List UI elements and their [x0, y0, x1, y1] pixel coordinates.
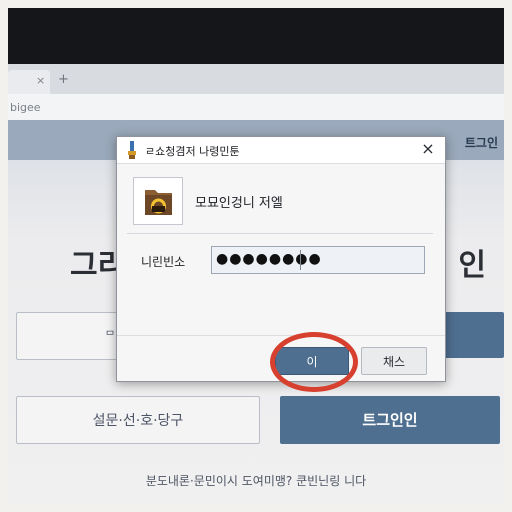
monitor-bezel [8, 8, 504, 64]
photo-frame: × + bigee 트그인 그리 인 ᄆ, 긴 설문·선·호·당구 트그인인 [8, 8, 504, 504]
dialog-title: ㄹ쇼청겸저 나령민툰 [145, 145, 240, 158]
highlight-circle [270, 332, 358, 392]
survey-button[interactable]: 설문·선·호·당구 [16, 396, 260, 444]
tab-close-icon[interactable]: × [36, 74, 45, 87]
divider [127, 233, 433, 234]
password-input[interactable]: ●●●●●●●● [211, 246, 425, 274]
header-login-link[interactable]: 트그인 [465, 134, 498, 151]
folder-lock-icon [133, 177, 183, 225]
password-value: ●●●●●●●● [216, 251, 322, 267]
close-icon[interactable]: × [419, 140, 437, 158]
browser-tab[interactable]: × [8, 70, 50, 94]
address-text: bigee [10, 101, 41, 114]
password-label: 니린빈소 [141, 255, 186, 269]
browser-tab-bar: × + [8, 64, 504, 94]
dialog-titlebar: ㄹ쇼청겸저 나령민툰 × [117, 137, 445, 164]
survey-button-label: 설문·선·호·당구 [92, 413, 184, 429]
address-bar[interactable]: bigee [8, 94, 504, 121]
divider [117, 335, 445, 336]
login-button-label: 트그인인 [362, 411, 418, 429]
brush-icon [128, 141, 136, 159]
page-title-right: 인 [458, 248, 486, 283]
new-tab-icon[interactable]: + [58, 72, 69, 87]
cancel-button[interactable]: 채스 [361, 347, 427, 375]
text-caret [300, 250, 301, 270]
footer-text: 분도내론·문민이시 도여미맹? 쿤빈닌링 니다 [145, 474, 367, 488]
dialog-heading: 모묘인겅니 저엘 [195, 196, 283, 211]
login-button[interactable]: 트그인인 [280, 396, 500, 444]
cancel-button-label: 채스 [382, 355, 406, 369]
